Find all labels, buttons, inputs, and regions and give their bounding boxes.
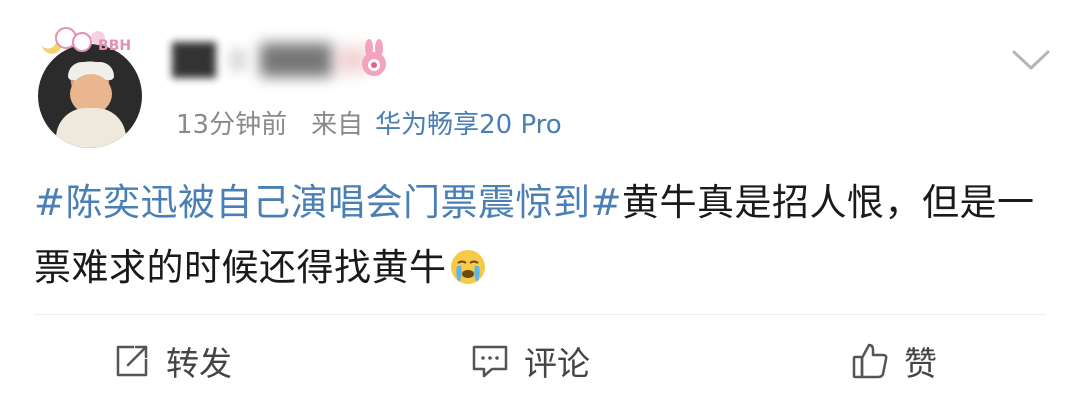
crying-face-icon — [450, 250, 485, 284]
repost-button[interactable]: 转发 — [112, 336, 232, 386]
comment-button[interactable]: 评论 — [470, 336, 590, 386]
member-badge-icon[interactable] — [358, 38, 390, 78]
post-meta: 13分钟前 来自 华为畅享20 Pro — [176, 104, 562, 141]
repost-icon — [116, 345, 148, 377]
post-time: 13分钟前 — [176, 110, 288, 140]
like-button[interactable]: 赞 — [850, 336, 937, 386]
post-text: #陈奕迅被自己演唱会门票震惊到#黄牛真是招人恨，但是一票难求的时候还得找黄牛 — [34, 170, 1044, 300]
thumbs-up-icon — [852, 343, 888, 379]
divider — [34, 314, 1046, 315]
weibo-post: BBH 13分钟前 来自 华为畅享20 Pro #陈奕迅被自己演唱会门票震惊到#黄牛… — [0, 0, 1080, 412]
comment-icon — [472, 345, 508, 378]
chevron-down-icon[interactable] — [1010, 44, 1052, 74]
svg-text:BBH: BBH — [98, 38, 131, 54]
avatar-frame-badge-icon: BBH — [42, 27, 131, 54]
repost-label: 转发 — [166, 344, 232, 383]
comment-label: 评论 — [524, 344, 590, 383]
topic-link[interactable]: #陈奕迅被自己演唱会门票震惊到# — [34, 181, 622, 224]
avatar[interactable]: BBH — [32, 16, 150, 148]
source-label: 来自 — [311, 110, 364, 140]
username[interactable] — [172, 40, 368, 80]
like-label: 赞 — [904, 344, 937, 383]
source-device-link[interactable]: 华为畅享20 Pro — [375, 110, 562, 140]
